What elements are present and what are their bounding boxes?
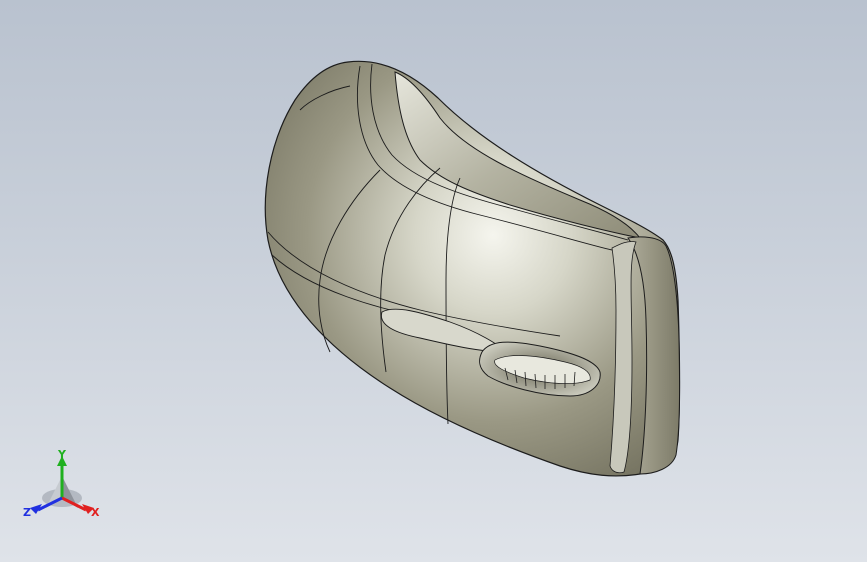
orientation-triad[interactable]: Y X Z	[22, 448, 102, 524]
3d-model-mouse[interactable]	[0, 0, 867, 562]
x-axis-label: X	[91, 506, 100, 519]
y-axis-label: Y	[57, 448, 67, 461]
z-axis-label: Z	[23, 506, 31, 519]
graphics-viewport[interactable]: Y X Z	[0, 0, 867, 562]
